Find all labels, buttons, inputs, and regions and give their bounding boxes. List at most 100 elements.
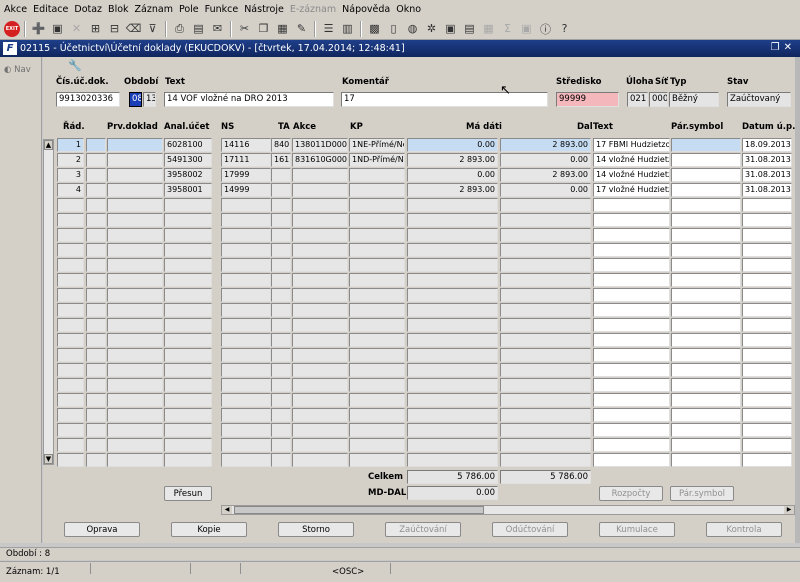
scroll-left-icon[interactable]: ◀ [222,506,232,514]
cell-datum[interactable] [742,408,792,422]
kontrola-button[interactable]: Kontrola [706,522,782,537]
zauctovani-button[interactable]: Zaúčtování [385,522,461,537]
cell-prv[interactable] [107,348,163,362]
cell-par[interactable] [671,393,741,407]
cell-text[interactable] [593,363,670,377]
cell-ma-dati[interactable] [407,213,498,227]
cell-kp[interactable] [349,243,405,257]
cell-prv[interactable] [107,393,163,407]
cell-rad[interactable]: 3 [57,168,84,182]
cell-akce[interactable] [292,318,348,332]
cell-ns[interactable] [221,198,271,212]
cis-uc-dok-field[interactable]: 9913020336 [56,92,120,107]
cell-anal[interactable] [164,348,212,362]
cell-flag[interactable] [86,438,106,452]
cell-flag[interactable] [86,363,106,377]
cell-ma-dati[interactable] [407,273,498,287]
menu-item-7[interactable]: Funkce [203,4,243,15]
cell-akce[interactable] [292,393,348,407]
cell-datum[interactable] [742,243,792,257]
cell-prv[interactable] [107,438,163,452]
cell-ta[interactable]: 840 [271,138,291,152]
cell-ns[interactable] [221,438,271,452]
cell-text[interactable]: 17 FBMI Hudzietzov [593,138,670,152]
cell-rad[interactable] [57,378,84,392]
cell-flag[interactable] [86,393,106,407]
cell-anal[interactable] [164,438,212,452]
cell-text[interactable]: 17 vložné Hudzietzov [593,183,670,197]
cell-par[interactable] [671,288,741,302]
cell-datum[interactable] [742,258,792,272]
cut-icon[interactable]: ✂ [236,20,253,37]
cell-ta[interactable] [271,243,291,257]
cell-anal[interactable] [164,303,212,317]
cell-ns[interactable] [221,348,271,362]
cell-text[interactable] [593,408,670,422]
cell-text[interactable] [593,453,670,467]
storno-button[interactable]: Storno [278,522,354,537]
cell-dal[interactable] [500,243,591,257]
cell-ma-dati[interactable]: 2 893.00 [407,153,498,167]
cell-flag[interactable] [86,333,106,347]
cell-text[interactable] [593,243,670,257]
cell-ma-dati[interactable] [407,258,498,272]
cell-ma-dati[interactable] [407,228,498,242]
cell-akce[interactable] [292,378,348,392]
cell-akce[interactable] [292,363,348,377]
tool-icon[interactable]: 🔧 [68,59,82,72]
cell-kp[interactable] [349,318,405,332]
cell-ta[interactable] [271,168,291,182]
insert-record-icon[interactable]: ⊞ [87,20,104,37]
cell-anal[interactable] [164,408,212,422]
cell-akce[interactable] [292,333,348,347]
cell-akce[interactable]: 138011D000 3 [292,138,348,152]
cell-anal[interactable] [164,333,212,347]
cell-ta[interactable] [271,333,291,347]
cell-ta[interactable] [271,258,291,272]
cell-flag[interactable] [86,138,106,152]
cell-ta[interactable] [271,228,291,242]
cell-anal[interactable] [164,258,212,272]
cell-flag[interactable] [86,228,106,242]
preview-icon[interactable]: ▤ [190,20,207,37]
cell-ta[interactable] [271,453,291,467]
cell-rad[interactable] [57,363,84,377]
cell-kp[interactable]: 1NE-Přímé/Ner [349,138,405,152]
cell-kp[interactable] [349,393,405,407]
cell-ta[interactable] [271,423,291,437]
cell-akce[interactable] [292,303,348,317]
cell-par[interactable] [671,333,741,347]
cell-datum[interactable] [742,303,792,317]
cell-flag[interactable] [86,303,106,317]
cell-prv[interactable] [107,198,163,212]
cell-kp[interactable] [349,378,405,392]
cell-akce[interactable] [292,258,348,272]
cell-datum[interactable] [742,438,792,452]
cell-datum[interactable]: 31.08.2013 [742,168,792,182]
cell-ns[interactable]: 14999 [221,183,271,197]
cell-rad[interactable]: 1 [57,138,84,152]
cell-akce[interactable] [292,423,348,437]
cell-dal[interactable]: 0.00 [500,183,591,197]
cell-dal[interactable] [500,198,591,212]
cell-akce[interactable] [292,453,348,467]
menu-item-8[interactable]: Nástroje [242,4,288,15]
cell-datum[interactable] [742,318,792,332]
remove-icon[interactable]: ✕ [68,20,85,37]
cell-ta[interactable] [271,378,291,392]
cell-par[interactable] [671,408,741,422]
cell-par[interactable] [671,303,741,317]
cell-ma-dati[interactable] [407,363,498,377]
cell-dal[interactable] [500,348,591,362]
kopie-button[interactable]: Kopie [171,522,247,537]
cell-kp[interactable] [349,348,405,362]
menu-item-2[interactable]: Editace [31,4,72,15]
close-icon[interactable]: ✕ [784,42,796,53]
cell-ns[interactable] [221,258,271,272]
komentar-field[interactable]: 17 [341,92,548,107]
uloha-field[interactable]: 021 [627,92,648,107]
cell-rad[interactable] [57,213,84,227]
delete-record-icon[interactable]: ⊟ [106,20,123,37]
cell-anal[interactable]: 5491300 [164,153,212,167]
menu-item-9[interactable]: E-záznam [288,4,340,15]
